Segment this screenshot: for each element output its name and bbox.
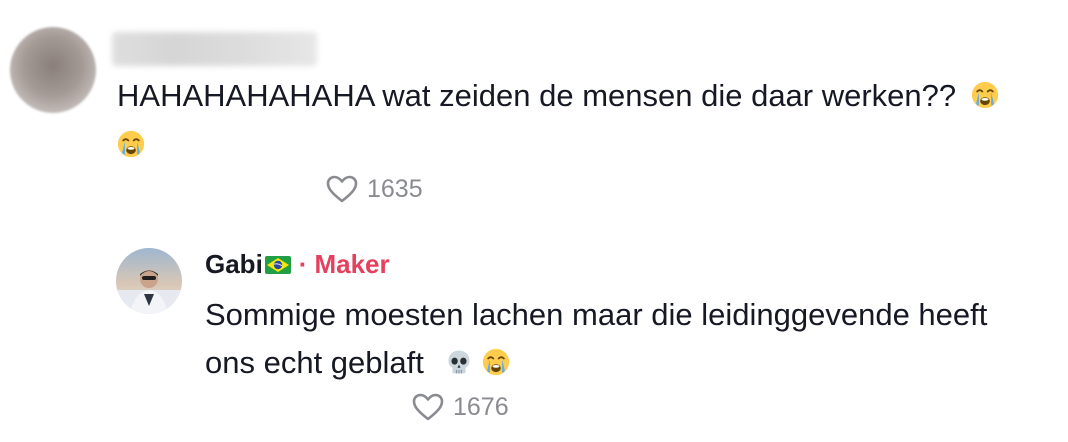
reply-author-row: Gabi · Maker [205,249,390,280]
separator-dot: · [298,249,308,279]
like-button[interactable]: 1635 [325,174,423,204]
commenter-name-blurred[interactable] [112,32,317,66]
like-button[interactable]: 1676 [411,392,509,422]
reply-text-line: ons echt geblaft [205,340,510,385]
comment-text-wrap [117,122,145,167]
reply-text-line-2: ons echt geblaft [205,345,424,380]
commenter-avatar[interactable] [10,27,96,113]
creator-avatar-image [116,248,182,314]
reply-text-line: Sommige moesten lachen maar die leidingg… [205,297,988,332]
heart-outline-icon [412,393,444,421]
creator-avatar[interactable] [116,248,182,314]
loudly-crying-face-icon [971,81,998,109]
heart-outline-icon [326,175,358,203]
loudly-crying-face-icon [117,130,145,158]
creator-badge: Maker [314,249,390,279]
comment-text-line: HAHAHAHAHAHA wat zeiden de mensen die da… [117,78,957,113]
author-name[interactable]: Gabi [205,249,263,280]
brazil-flag-icon [264,255,291,274]
loudly-crying-face-icon [483,348,510,376]
skull-icon [448,350,470,374]
like-count: 1635 [367,174,423,203]
comment-text: HAHAHAHAHAHA wat zeiden de mensen die da… [117,73,999,118]
like-count: 1676 [453,392,509,421]
